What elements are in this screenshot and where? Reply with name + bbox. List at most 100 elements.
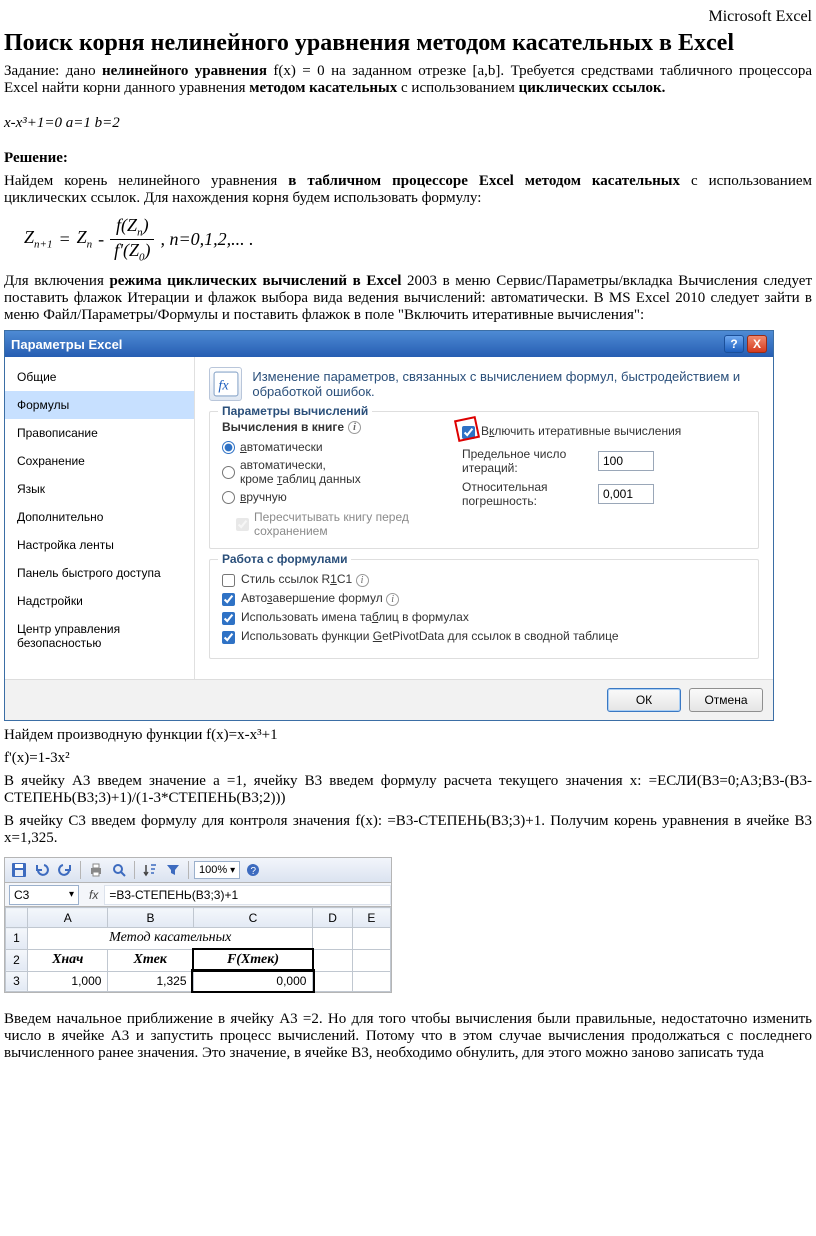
radio-input[interactable] — [222, 441, 235, 454]
intro-paragraph: Задание: дано нелинейного уравнения f(x)… — [4, 63, 812, 97]
ok-button[interactable]: ОК — [607, 688, 681, 712]
label: Включить итеративные вычисления — [481, 424, 681, 438]
print-icon[interactable] — [86, 860, 106, 880]
chk-autocomplete[interactable]: Автозавершение формул i — [222, 591, 746, 606]
radio-auto[interactable]: автоматически — [222, 440, 432, 454]
row-header-2[interactable]: 2 — [6, 949, 28, 971]
group-legend: Параметры вычислений — [218, 404, 372, 418]
radio-manual[interactable]: вручную — [222, 490, 432, 504]
col-header-e[interactable]: E — [352, 908, 390, 928]
text-bold: нелинейного уравнения — [102, 63, 267, 79]
checkbox-input[interactable] — [222, 631, 235, 644]
text: Z — [77, 227, 87, 247]
sidebar-item-spellcheck[interactable]: Правописание — [5, 419, 194, 447]
sidebar-item-language[interactable]: Язык — [5, 475, 194, 503]
cell-e3[interactable] — [352, 971, 390, 991]
fx-label[interactable]: fx — [83, 888, 104, 902]
checkbox-input[interactable] — [222, 593, 235, 606]
dialog-sidebar: Общие Формулы Правописание Сохранение Яз… — [5, 357, 195, 679]
dialog-content: fx Изменение параметров, связанных с выч… — [195, 357, 773, 679]
col-header-c[interactable]: C — [193, 908, 313, 928]
checkbox-input[interactable] — [222, 574, 235, 587]
group-legend: Работа с формулами — [218, 552, 351, 566]
excel-options-dialog: Параметры Excel ? X Общие Формулы Правоп… — [4, 330, 774, 721]
text-bold: методом касательных — [249, 80, 397, 96]
sidebar-item-quickaccess[interactable]: Панель быстрого доступа — [5, 559, 194, 587]
svg-text:fx: fx — [218, 378, 229, 394]
text-bold: в табличном процессоре Excel методом кас… — [288, 173, 680, 189]
enable-iterative-row[interactable]: Включить итеративные вычисления — [462, 424, 746, 442]
cell-a3[interactable]: 1,000 — [28, 971, 108, 991]
name-box-value: C3 — [14, 888, 29, 902]
max-iter-label: Предельное число итераций: — [462, 447, 592, 475]
row-header-3[interactable]: 3 — [6, 971, 28, 991]
col-header-b[interactable]: B — [108, 908, 193, 928]
chk-r1c1[interactable]: Стиль ссылок R1C1 i — [222, 572, 746, 587]
sidebar-item-general[interactable]: Общие — [5, 363, 194, 391]
max-iter-input[interactable] — [598, 451, 654, 471]
cyclic-paragraph: Для включения режима циклических вычисле… — [4, 273, 812, 324]
fx-icon: fx — [209, 367, 242, 401]
cell-e1[interactable] — [352, 928, 390, 950]
formula-input[interactable]: =B3-СТЕПЕНЬ(B3;3)+1 — [104, 885, 391, 905]
checkbox-input[interactable] — [222, 612, 235, 625]
svg-text:?: ? — [251, 866, 257, 877]
name-box[interactable]: C3 ▾ — [9, 885, 79, 905]
text: ) — [143, 215, 149, 235]
redo-icon[interactable] — [55, 860, 75, 880]
calc-params-group: Параметры вычислений Вычисления в книге … — [209, 411, 759, 549]
info-icon[interactable]: i — [356, 574, 369, 587]
info-icon[interactable]: i — [386, 593, 399, 606]
help-icon[interactable]: ? — [243, 860, 263, 880]
col-header-d[interactable]: D — [313, 908, 352, 928]
info-icon[interactable]: i — [348, 421, 361, 434]
sidebar-item-addins[interactable]: Надстройки — [5, 587, 194, 615]
close-button[interactable]: X — [747, 335, 767, 353]
newton-formula: Zn+1 = Zn - f(Zn) f'(Z0) , n=0,1,2,... . — [24, 215, 812, 263]
corner-cell[interactable] — [6, 908, 28, 928]
col-header-a[interactable]: A — [28, 908, 108, 928]
cell-head-c[interactable]: F(Хтек) — [193, 949, 313, 971]
cell-b3[interactable]: 1,325 — [108, 971, 193, 991]
radio-auto-except-tables[interactable]: автоматически,кроме таблиц данных — [222, 458, 432, 486]
row-header-1[interactable]: 1 — [6, 928, 28, 950]
chk-getpivotdata[interactable]: Использовать функции GetPivotData для сс… — [222, 629, 746, 644]
chk-table-names[interactable]: Использовать имена таблиц в формулах — [222, 610, 746, 625]
cell-d1[interactable] — [313, 928, 352, 950]
text: Z — [24, 227, 34, 247]
filter-icon[interactable] — [163, 860, 183, 880]
equation-block: x-x³+1=0 a=1 b=2 — [4, 115, 812, 132]
eps-input[interactable] — [598, 484, 654, 504]
solution-label: Решение: — [4, 150, 812, 167]
text: f(Z — [116, 215, 137, 235]
sidebar-item-save[interactable]: Сохранение — [5, 447, 194, 475]
preview-icon[interactable] — [109, 860, 129, 880]
radio-input[interactable] — [222, 466, 235, 479]
radio-input[interactable] — [222, 491, 235, 504]
save-icon[interactable] — [9, 860, 29, 880]
cell-d3[interactable] — [313, 971, 352, 991]
cell-title[interactable]: Метод касательных — [28, 928, 313, 950]
sidebar-item-trustcenter[interactable]: Центр управления безопасностью — [5, 615, 194, 657]
sidebar-item-ribbon[interactable]: Настройка ленты — [5, 531, 194, 559]
cell-c3[interactable]: 0,000 — [193, 971, 313, 991]
cell-head-b[interactable]: Хтек — [108, 949, 193, 971]
text-sub: n+1 — [34, 239, 52, 251]
cell-d2[interactable] — [313, 949, 352, 971]
text: f'(Z — [114, 240, 139, 260]
derivative-p1: Найдем производную функции f(x)=x-x³+1 — [4, 727, 812, 744]
sort-icon[interactable] — [140, 860, 160, 880]
help-button[interactable]: ? — [724, 335, 744, 353]
chevron-down-icon: ▾ — [69, 889, 74, 900]
dialog-footer: ОК Отмена — [5, 679, 773, 720]
checkbox-input[interactable] — [462, 426, 475, 439]
zoom-dropdown[interactable]: 100% ▾ — [194, 861, 240, 879]
recalc-before-save: Пересчитывать книгу перед сохранением — [236, 510, 432, 538]
cell-e2[interactable] — [352, 949, 390, 971]
cell-head-a[interactable]: Хнач — [28, 949, 108, 971]
sidebar-item-formulas[interactable]: Формулы — [5, 391, 194, 419]
sidebar-item-advanced[interactable]: Дополнительно — [5, 503, 194, 531]
dialog-titlebar: Параметры Excel ? X — [5, 331, 773, 357]
undo-icon[interactable] — [32, 860, 52, 880]
cancel-button[interactable]: Отмена — [689, 688, 763, 712]
